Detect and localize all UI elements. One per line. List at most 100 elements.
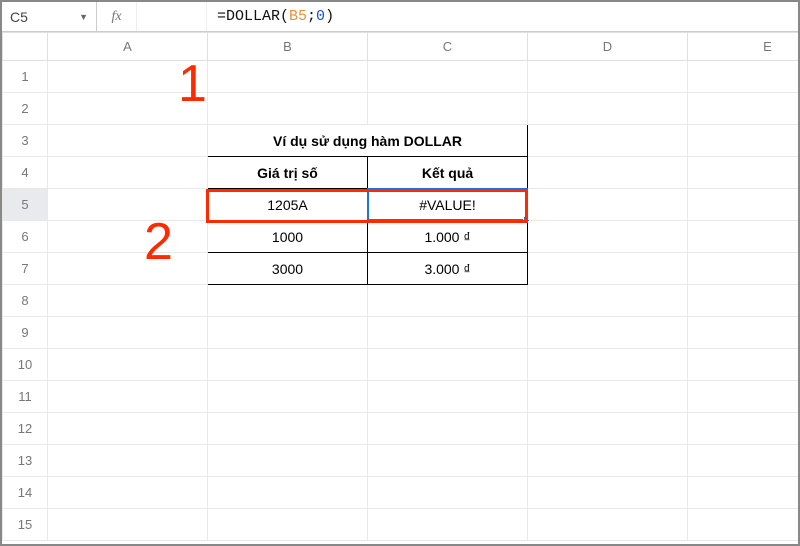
cell[interactable] <box>48 509 208 541</box>
cell[interactable] <box>528 477 688 509</box>
table-cell-result[interactable]: 1.000 ₫ <box>368 221 528 253</box>
cell[interactable] <box>208 349 368 381</box>
cell[interactable] <box>48 125 208 157</box>
cell[interactable] <box>688 381 799 413</box>
col-header[interactable]: A <box>48 33 208 61</box>
cell[interactable] <box>48 413 208 445</box>
cell[interactable] <box>528 381 688 413</box>
cell[interactable] <box>48 445 208 477</box>
cell[interactable] <box>368 349 528 381</box>
table-cell-value[interactable]: 1000 <box>208 221 368 253</box>
cell[interactable] <box>688 349 799 381</box>
cell[interactable] <box>528 413 688 445</box>
cell[interactable] <box>368 93 528 125</box>
cell[interactable] <box>528 317 688 349</box>
cell[interactable] <box>208 317 368 349</box>
table-header-value[interactable]: Giá trị số <box>208 157 368 189</box>
cell[interactable] <box>688 285 799 317</box>
cell[interactable] <box>528 349 688 381</box>
spreadsheet-grid[interactable]: A B C D E 123Ví dụ sử dụng hàm DOLLAR4Gi… <box>2 32 798 544</box>
cell[interactable] <box>368 413 528 445</box>
cell[interactable] <box>48 93 208 125</box>
cell[interactable] <box>528 221 688 253</box>
cell[interactable] <box>688 509 799 541</box>
row-number[interactable]: 14 <box>3 477 48 509</box>
row-number[interactable]: 4 <box>3 157 48 189</box>
row-number[interactable]: 5 <box>3 189 48 221</box>
cell[interactable] <box>208 285 368 317</box>
name-box[interactable]: C5 ▼ <box>2 2 97 31</box>
cell[interactable] <box>48 189 208 221</box>
table-title[interactable]: Ví dụ sử dụng hàm DOLLAR <box>208 125 528 157</box>
corner-cell[interactable] <box>3 33 48 61</box>
table-cell-result[interactable]: 3.000 ₫ <box>368 253 528 285</box>
row-number[interactable]: 6 <box>3 221 48 253</box>
cell[interactable] <box>688 317 799 349</box>
row-number[interactable]: 1 <box>3 61 48 93</box>
cell[interactable] <box>48 253 208 285</box>
cell[interactable] <box>528 253 688 285</box>
cell[interactable] <box>688 477 799 509</box>
cell[interactable] <box>688 221 799 253</box>
row-number[interactable]: 9 <box>3 317 48 349</box>
cell[interactable] <box>688 189 799 221</box>
cell[interactable] <box>208 477 368 509</box>
cell[interactable] <box>48 285 208 317</box>
cell[interactable] <box>208 93 368 125</box>
cell[interactable] <box>48 317 208 349</box>
cell[interactable] <box>368 509 528 541</box>
cell[interactable] <box>368 317 528 349</box>
cell[interactable] <box>208 413 368 445</box>
table-cell-value[interactable]: 3000 <box>208 253 368 285</box>
row-number[interactable]: 3 <box>3 125 48 157</box>
cell[interactable] <box>688 125 799 157</box>
cell[interactable] <box>528 189 688 221</box>
formula-input[interactable]: =DOLLAR(B5;0) <box>207 2 798 31</box>
fx-icon[interactable]: fx <box>97 2 137 31</box>
cell[interactable] <box>528 509 688 541</box>
row-number[interactable]: 7 <box>3 253 48 285</box>
cell[interactable] <box>208 445 368 477</box>
col-header[interactable]: E <box>688 33 799 61</box>
cell[interactable] <box>528 93 688 125</box>
cell[interactable] <box>368 285 528 317</box>
cell[interactable] <box>48 221 208 253</box>
cell[interactable] <box>208 509 368 541</box>
table-header-result[interactable]: Kết quả <box>368 157 528 189</box>
col-header[interactable]: B <box>208 33 368 61</box>
row-number[interactable]: 13 <box>3 445 48 477</box>
cell[interactable] <box>48 157 208 189</box>
cell[interactable] <box>528 125 688 157</box>
cell[interactable] <box>48 61 208 93</box>
cell[interactable] <box>208 61 368 93</box>
row-number[interactable]: 10 <box>3 349 48 381</box>
table-cell-result[interactable]: #VALUE! <box>368 189 528 221</box>
cell[interactable] <box>688 445 799 477</box>
cell[interactable] <box>48 477 208 509</box>
cell[interactable] <box>48 381 208 413</box>
cell[interactable] <box>368 381 528 413</box>
cell[interactable] <box>688 253 799 285</box>
cell[interactable] <box>688 413 799 445</box>
cell[interactable] <box>368 477 528 509</box>
row-number[interactable]: 11 <box>3 381 48 413</box>
cell[interactable] <box>688 61 799 93</box>
table-cell-value[interactable]: 1205A <box>208 189 368 221</box>
cell[interactable] <box>48 349 208 381</box>
cell[interactable] <box>528 445 688 477</box>
cell[interactable] <box>368 445 528 477</box>
cell[interactable] <box>208 381 368 413</box>
col-header[interactable]: C <box>368 33 528 61</box>
cell[interactable] <box>528 61 688 93</box>
cell[interactable] <box>688 93 799 125</box>
cell[interactable] <box>528 157 688 189</box>
col-header[interactable]: D <box>528 33 688 61</box>
cell[interactable] <box>368 61 528 93</box>
row-number[interactable]: 15 <box>3 509 48 541</box>
row-number[interactable]: 8 <box>3 285 48 317</box>
name-box-dropdown-icon[interactable]: ▼ <box>79 12 88 22</box>
cell[interactable] <box>528 285 688 317</box>
row-number[interactable]: 2 <box>3 93 48 125</box>
row-number[interactable]: 12 <box>3 413 48 445</box>
cell[interactable] <box>688 157 799 189</box>
